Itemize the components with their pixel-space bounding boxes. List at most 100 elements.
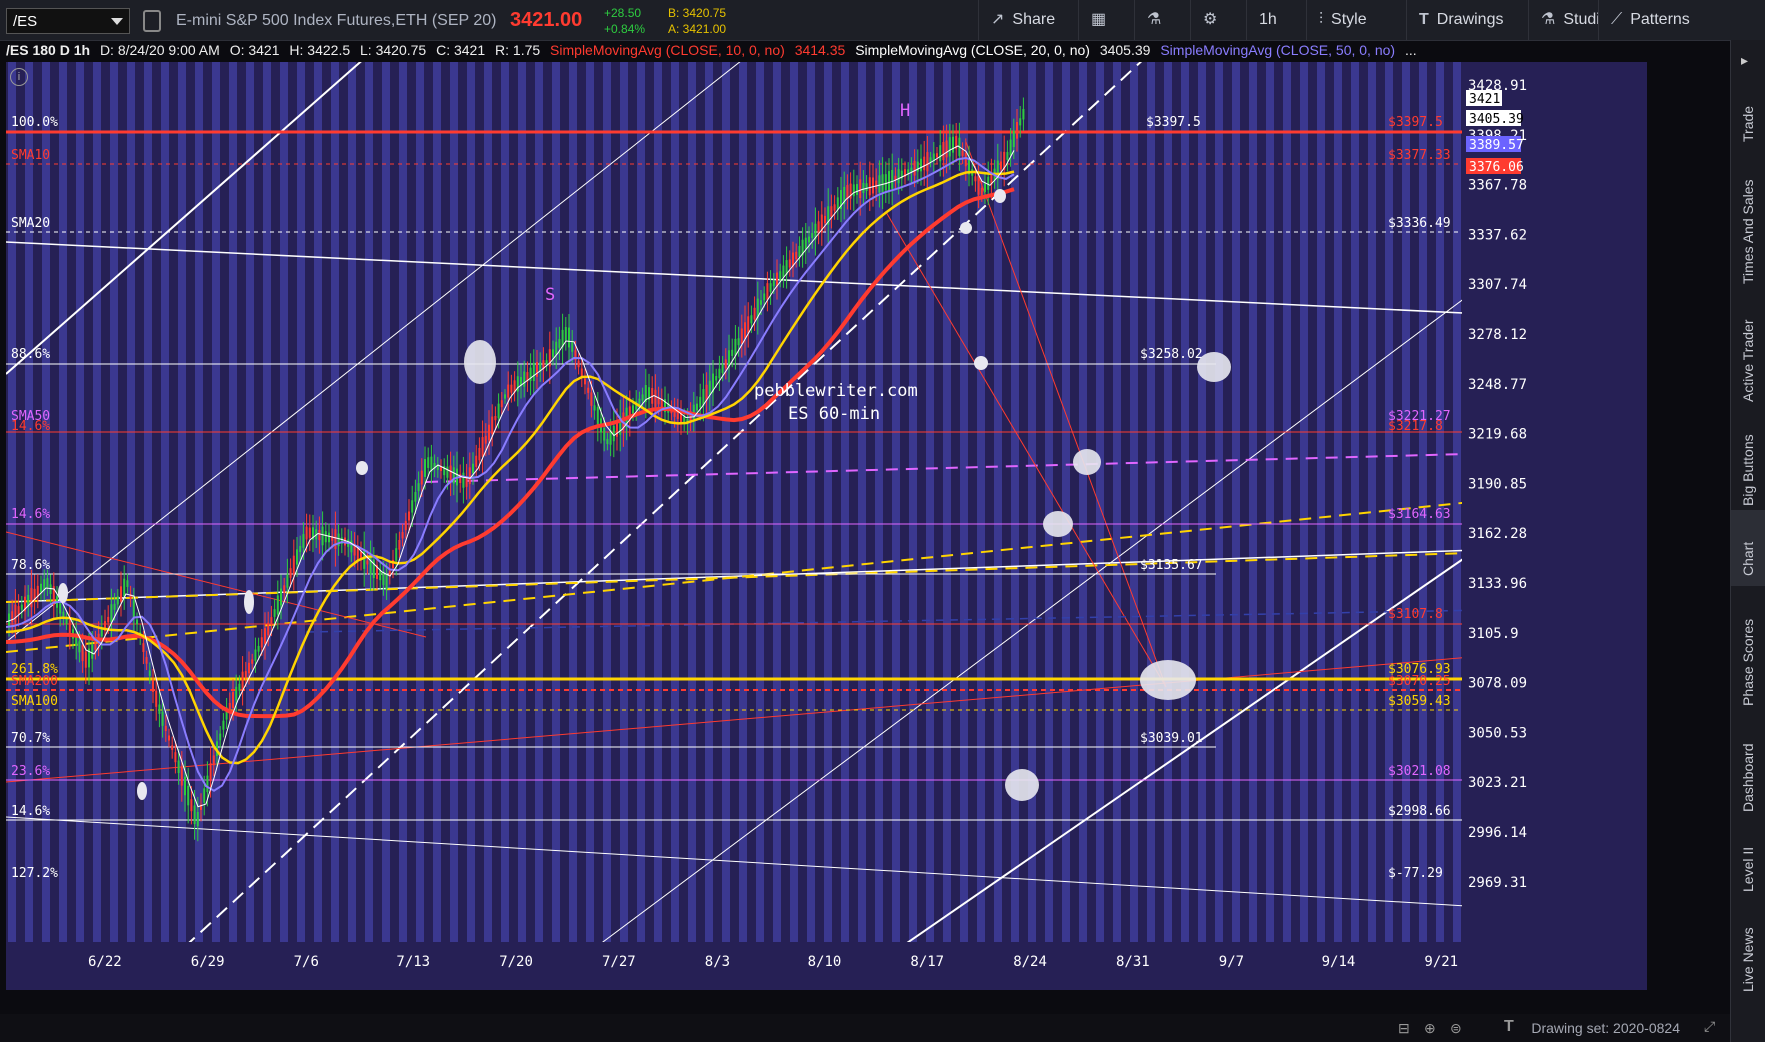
legend-more[interactable]: ...	[1405, 42, 1417, 58]
candle-body	[280, 588, 282, 606]
price-tick-label: 3078.09	[1468, 676, 1527, 692]
session-band	[603, 62, 611, 942]
candle-body	[696, 403, 698, 411]
timeframe-button[interactable]: 1h	[1246, 0, 1306, 40]
zoom-out-icon[interactable]: ⊟	[1398, 1020, 1410, 1037]
candle-body	[715, 376, 718, 381]
candle-body	[798, 245, 801, 258]
date-tick-label: 6/22	[88, 954, 122, 970]
drawings-button[interactable]: T Drawings	[1406, 0, 1528, 40]
candle-body	[238, 683, 241, 691]
candle-body	[244, 671, 247, 678]
session-band	[1011, 62, 1019, 942]
chart-settings-button[interactable]: ▦	[1078, 0, 1134, 40]
legend-sma20[interactable]: SimpleMovingAvg (CLOSE, 20, 0, no)	[855, 42, 1090, 58]
candle-body	[596, 407, 599, 427]
bottom-status-bar: ⊟ ⊕ ⊜ T Drawing set: 2020-0824 ⤢	[0, 1014, 1730, 1042]
candle-body	[321, 526, 324, 546]
tab-phase-scores[interactable]: Phase Scores	[1731, 586, 1765, 714]
expand-icon[interactable]: ⤢	[1704, 1018, 1715, 1035]
candle-body	[926, 152, 929, 172]
session-band	[1181, 62, 1189, 942]
share-button[interactable]: ↗ Share	[978, 0, 1078, 40]
patterns-button[interactable]: ⟋ Patterns	[1598, 0, 1730, 40]
price-chart[interactable]: 100.0% SMA10 SMA20 88.6% SMA50 14.6% 14.…	[6, 62, 1647, 990]
candle-body	[833, 204, 836, 211]
candle-body	[372, 559, 375, 579]
session-band	[756, 62, 764, 942]
candle-body	[305, 526, 308, 540]
price-tick-label: 3190.85	[1468, 476, 1527, 492]
legend-sma10[interactable]: SimpleMovingAvg (CLOSE, 10, 0, no)	[550, 42, 785, 58]
tab-level-ii[interactable]: Level II	[1731, 820, 1765, 900]
symbol-selector[interactable]: /ES	[6, 8, 130, 34]
candle-body	[632, 405, 634, 414]
candle-body	[174, 752, 177, 763]
candle-body	[856, 184, 858, 195]
session-band	[127, 62, 135, 942]
date-tick-label: 9/14	[1322, 954, 1356, 970]
session-band	[586, 62, 594, 942]
magnifier-icon[interactable]: ⊜	[1450, 1020, 1462, 1037]
level-3059: $3059.43	[1388, 694, 1451, 709]
candle-body	[152, 680, 154, 692]
candle-body	[283, 585, 286, 593]
candle-body	[724, 359, 727, 369]
link-icon[interactable]	[143, 10, 161, 32]
candle-body	[286, 574, 289, 588]
session-band	[1317, 62, 1325, 942]
level-3258: $3258.02	[1140, 347, 1203, 362]
session-band	[1164, 62, 1172, 942]
candle-body	[731, 349, 734, 356]
candle-body	[875, 180, 878, 189]
tab-big-buttons[interactable]: Big Buttons	[1731, 410, 1765, 510]
tab-dashboard[interactable]: Dashboard	[1731, 714, 1765, 820]
tab-live-news[interactable]: Live News	[1731, 900, 1765, 1000]
settings-button[interactable]: ⚙	[1190, 0, 1246, 40]
label-fib-146b: 14.6%	[11, 507, 50, 522]
tag-sma20: 3405.39	[1469, 112, 1524, 127]
candle-body	[308, 527, 311, 538]
candle-body	[219, 733, 222, 741]
candles-icon: ⫶	[1319, 11, 1324, 28]
session-band	[807, 62, 815, 942]
legend-sma50[interactable]: SimpleMovingAvg (CLOSE, 50, 0, no)	[1160, 42, 1395, 58]
tab-active-trader[interactable]: Active Trader	[1731, 290, 1765, 410]
session-band	[1368, 62, 1376, 942]
candle-body	[264, 628, 266, 644]
tab-chart[interactable]: Chart	[1731, 510, 1765, 586]
tab-trade[interactable]: Trade	[1731, 80, 1765, 150]
candle-body	[161, 711, 164, 726]
session-band	[960, 62, 968, 942]
price-tick-label: 3307.74	[1468, 277, 1527, 293]
chart-canvas[interactable]: 100.0% SMA10 SMA20 88.6% SMA50 14.6% 14.…	[6, 62, 1647, 990]
collapse-icon[interactable]: ▸	[1741, 52, 1748, 69]
candle-body	[830, 206, 833, 217]
session-band	[1147, 62, 1155, 942]
candle-body	[232, 692, 234, 708]
candle-body	[750, 315, 753, 324]
drawing-tool-icon[interactable]: T	[1504, 1018, 1514, 1036]
candle-body	[145, 657, 148, 664]
candle-body	[328, 532, 330, 543]
session-band	[1266, 62, 1274, 942]
tag-sma10: 3376.06	[1469, 160, 1524, 175]
candle-body	[379, 570, 382, 581]
candle-body	[721, 364, 724, 373]
studies-flask-button[interactable]: ⚗	[1134, 0, 1190, 40]
candle-body	[545, 360, 548, 365]
candle-body	[580, 368, 583, 377]
session-band	[229, 62, 237, 942]
date-tick-label: 7/6	[294, 954, 319, 970]
tab-times-and-sales[interactable]: Times And Sales	[1731, 150, 1765, 290]
style-button[interactable]: ⫶ Style	[1306, 0, 1406, 40]
label-fib-1272: 127.2%	[11, 866, 58, 881]
candle-body	[564, 327, 567, 341]
candle-body	[568, 327, 570, 348]
session-band	[144, 62, 152, 942]
drawings-label: Drawings	[1436, 11, 1504, 28]
crosshair-icon[interactable]: ⊕	[1424, 1020, 1436, 1037]
info-icon[interactable]: i	[10, 68, 28, 86]
label-fib-707: 70.7%	[11, 731, 50, 746]
candle-body	[923, 156, 926, 171]
